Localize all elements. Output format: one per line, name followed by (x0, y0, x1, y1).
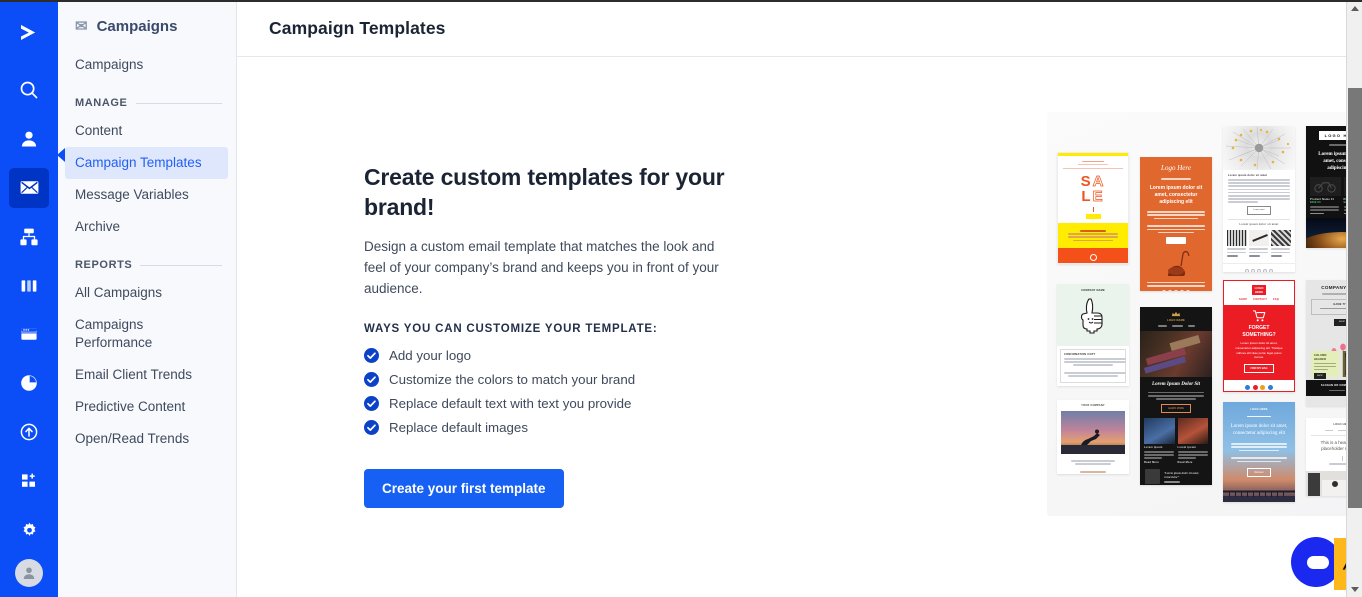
scroll-up-button[interactable] (1347, 0, 1362, 16)
list-item: Replace default text with text you provi… (364, 396, 734, 411)
check-circle-icon (364, 372, 379, 387)
list-item-label: Replace default text with text you provi… (389, 396, 632, 411)
page-title: Campaign Templates (269, 17, 446, 38)
template-gallery-illustration: SA LE COMPANY NAME CONFIRMATION COPY YOU… (1047, 112, 1362, 516)
template-card-yoga-sunset: YOUR COMPANY (1057, 400, 1129, 474)
sidebar-title-label: Campaigns (96, 18, 178, 35)
template-card-logo-here-orange: Logo Here Lorem ipsum dolor sit amet, co… (1140, 157, 1212, 291)
sidebar-item-campaign-templates[interactable]: Campaign Templates (65, 147, 228, 179)
chat-bubble-icon (1307, 555, 1329, 569)
envelope-icon[interactable] (9, 167, 49, 208)
empty-state-copy: Create custom templates for your brand! … (364, 162, 734, 508)
vertical-scrollbar[interactable] (1346, 0, 1362, 597)
sidebar-item-campaigns-performance[interactable]: Campaigns Performance (58, 309, 236, 359)
template-card-dark-gallery: LOGO NAME Lorem Ipsum Dolor Sit LEARN MO… (1140, 307, 1212, 485)
logo-chevron-icon[interactable] (9, 14, 49, 54)
scroll-down-button[interactable] (1347, 581, 1362, 597)
social-dot (1244, 268, 1249, 272)
columns-icon[interactable] (9, 266, 49, 306)
sidebar-item-all-campaigns[interactable]: All Campaigns (58, 277, 236, 309)
social-dot (1186, 289, 1191, 291)
sidebar-item-archive[interactable]: Archive (58, 211, 236, 243)
triangle-up-icon (1350, 5, 1359, 11)
sidebar-item-content[interactable]: Content (58, 115, 236, 147)
create-first-template-button[interactable]: Create your first template (364, 469, 564, 508)
sidebar-item-campaigns[interactable]: Campaigns (58, 49, 236, 81)
envelope-icon: ✉ (75, 18, 88, 35)
sidebar-item-message-variables[interactable]: Message Variables (58, 179, 236, 211)
scrollbar-thumb[interactable] (1348, 88, 1362, 508)
check-circle-icon (364, 348, 379, 363)
customize-list: Add your logo Customize the colors to ma… (364, 348, 734, 435)
secondary-sidebar: ✉ Campaigns Campaigns MANAGE Content Cam… (57, 0, 237, 597)
main-content: Campaign Templates Create custom templat… (237, 0, 1362, 597)
section-label: REPORTS (75, 259, 133, 271)
sidebar-item-predictive-content[interactable]: Predictive Content (58, 391, 236, 423)
list-item-label: Replace default images (389, 420, 528, 435)
check-circle-icon (364, 396, 379, 411)
apps-grid-plus-icon[interactable] (9, 461, 49, 501)
triangle-down-icon (1351, 586, 1359, 592)
sidebar-item-open-read-trends[interactable]: Open/Read Trends (58, 423, 236, 455)
arrow-up-circle-icon[interactable] (9, 412, 49, 452)
avatar-icon[interactable] (15, 559, 43, 588)
active-section-caret-icon (57, 148, 65, 162)
sidebar-section-manage: MANAGE (58, 81, 236, 115)
template-card-blue-pier: LOGO HERE Lorem ipsum dolor sit amet, co… (1223, 402, 1295, 502)
sidebar-item-email-client-trends[interactable]: Email Client Trends (58, 359, 236, 391)
sidebar-header: ✉ Campaigns (58, 0, 236, 49)
template-card-company-name-thumb: COMPANY NAME CONFIRMATION COPY (1057, 284, 1129, 386)
social-dot (1161, 289, 1166, 291)
gear-icon[interactable] (9, 510, 49, 550)
list-item: Customize the colors to match your brand (364, 372, 734, 387)
template-card-forget-something: LOGO HERE SHOP CONTACT FAQ FORGET SOMETHIN… (1223, 280, 1295, 392)
browser-window-icon[interactable] (9, 315, 49, 355)
section-label: MANAGE (75, 97, 128, 109)
social-dot (1167, 289, 1172, 291)
list-item: Add your logo (364, 348, 734, 363)
search-icon[interactable] (9, 70, 49, 110)
app-window: ✉ Campaigns Campaigns MANAGE Content Cam… (0, 0, 1362, 597)
customize-list-label: WAYS YOU CAN CUSTOMIZE YOUR TEMPLATE: (364, 323, 658, 335)
template-card-dandelion-news: Lorem ipsum dolor sit amet Learn more Lo… (1223, 126, 1295, 272)
social-dot (1263, 268, 1268, 272)
section-divider (140, 264, 222, 266)
list-item-label: Add your logo (389, 348, 472, 363)
empty-state-heading: Create custom templates for your brand! (364, 164, 725, 220)
person-icon[interactable] (9, 119, 49, 159)
window-top-border (0, 0, 1362, 2)
page-header: Campaign Templates (237, 0, 1362, 57)
social-dot (1174, 289, 1178, 291)
template-card-sale: SA LE (1057, 152, 1129, 264)
social-dot (1250, 268, 1255, 272)
primary-icon-rail (0, 0, 58, 597)
list-item-label: Customize the colors to match your brand (389, 372, 636, 387)
social-dot (1257, 268, 1261, 272)
list-item: Replace default images (364, 420, 734, 435)
section-divider (135, 102, 222, 104)
social-dot (1180, 289, 1185, 291)
pie-chart-icon[interactable] (9, 363, 49, 403)
empty-state-description: Design a custom email template that matc… (364, 239, 719, 296)
social-dot (1269, 268, 1274, 272)
check-circle-icon (364, 420, 379, 435)
sidebar-section-reports: REPORTS (58, 243, 236, 277)
sitemap-icon[interactable] (9, 217, 49, 257)
